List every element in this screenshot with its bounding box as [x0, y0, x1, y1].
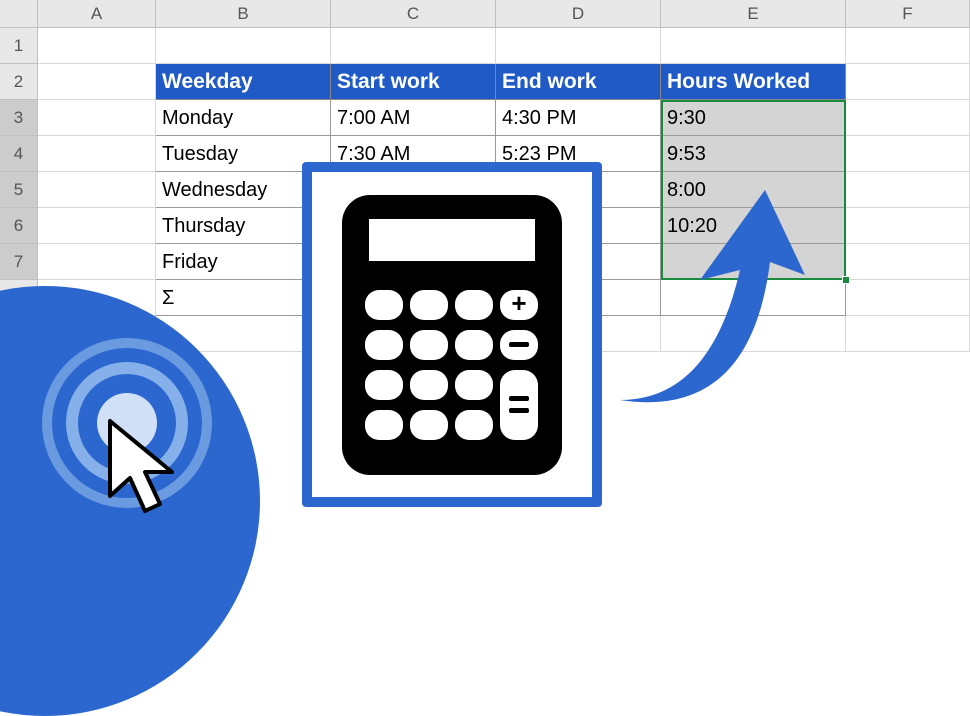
- row-num-6[interactable]: 6: [0, 208, 38, 244]
- col-header-A[interactable]: A: [38, 0, 156, 28]
- cursor-icon: [100, 416, 195, 526]
- arrow-icon: [600, 180, 810, 410]
- cell-F2[interactable]: [846, 64, 970, 100]
- row-3: 3 Monday 7:00 AM 4:30 PM 9:30: [0, 100, 970, 136]
- cell-B1[interactable]: [156, 28, 331, 64]
- row-num-1[interactable]: 1: [0, 28, 38, 64]
- row-num-3[interactable]: 3: [0, 100, 38, 136]
- row-num-5[interactable]: 5: [0, 172, 38, 208]
- cell-A6[interactable]: [38, 208, 156, 244]
- select-all-corner[interactable]: [0, 0, 38, 28]
- cell-F5[interactable]: [846, 172, 970, 208]
- header-hours[interactable]: Hours Worked: [661, 64, 846, 100]
- row-num-7[interactable]: 7: [0, 244, 38, 280]
- header-end[interactable]: End work: [496, 64, 661, 100]
- row-num-2[interactable]: 2: [0, 64, 38, 100]
- cell-C1[interactable]: [331, 28, 496, 64]
- cell-hours-1[interactable]: 9:53: [661, 136, 846, 172]
- cell-start-0[interactable]: 7:00 AM: [331, 100, 496, 136]
- fill-handle[interactable]: [842, 276, 850, 284]
- cell-F7[interactable]: [846, 244, 970, 280]
- row-num-4[interactable]: 4: [0, 136, 38, 172]
- cell-weekday-0[interactable]: Monday: [156, 100, 331, 136]
- cell-F9[interactable]: [846, 316, 970, 352]
- cell-A3[interactable]: [38, 100, 156, 136]
- cell-A7[interactable]: [38, 244, 156, 280]
- cell-A4[interactable]: [38, 136, 156, 172]
- row-2: 2 Weekday Start work End work Hours Work…: [0, 64, 970, 100]
- cell-end-0[interactable]: 4:30 PM: [496, 100, 661, 136]
- cell-D1[interactable]: [496, 28, 661, 64]
- cell-A5[interactable]: [38, 172, 156, 208]
- col-header-F[interactable]: F: [846, 0, 970, 28]
- svg-text:+: +: [511, 288, 526, 318]
- calculator-icon: +: [337, 190, 567, 480]
- cell-F4[interactable]: [846, 136, 970, 172]
- cell-A2[interactable]: [38, 64, 156, 100]
- cell-E1[interactable]: [661, 28, 846, 64]
- col-header-E[interactable]: E: [661, 0, 846, 28]
- header-start[interactable]: Start work: [331, 64, 496, 100]
- calculator-graphic: +: [302, 162, 602, 507]
- row-1: 1: [0, 28, 970, 64]
- cell-F1[interactable]: [846, 28, 970, 64]
- col-header-B[interactable]: B: [156, 0, 331, 28]
- cell-F3[interactable]: [846, 100, 970, 136]
- col-header-C[interactable]: C: [331, 0, 496, 28]
- column-headers: A B C D E F: [0, 0, 970, 28]
- cell-F6[interactable]: [846, 208, 970, 244]
- cell-hours-0[interactable]: 9:30: [661, 100, 846, 136]
- cell-A1[interactable]: [38, 28, 156, 64]
- header-weekday[interactable]: Weekday: [156, 64, 331, 100]
- cell-F8[interactable]: [846, 280, 970, 316]
- col-header-D[interactable]: D: [496, 0, 661, 28]
